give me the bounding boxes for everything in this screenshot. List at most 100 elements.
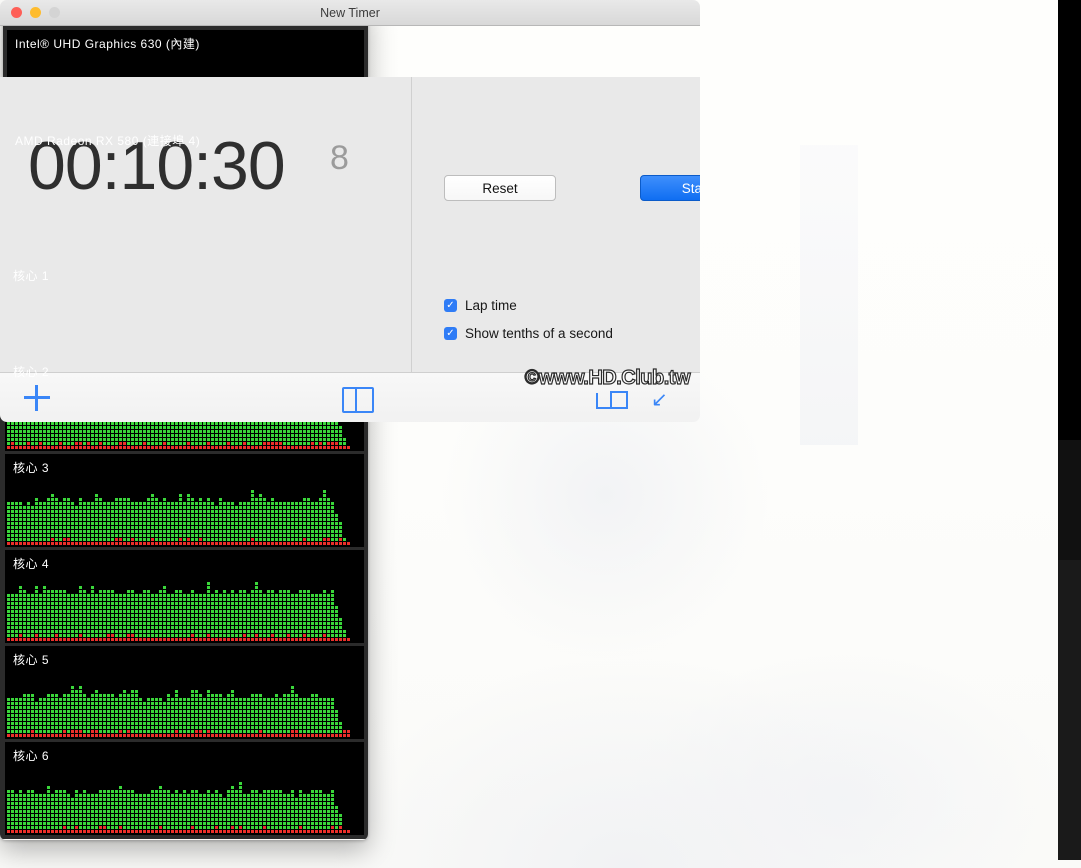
cpu-core-pane[interactable]: 核心 3 [5,454,364,547]
graph-segment [47,534,50,537]
graph-segment [315,510,318,513]
graph-bar [31,594,34,642]
graph-bar [127,498,130,546]
graph-segment [79,534,82,537]
graph-segment-red [35,638,38,641]
graph-segment [291,422,294,425]
graph-segment [107,502,110,505]
graph-segment [143,534,146,537]
graph-segment [175,534,178,537]
graph-segment [71,422,74,425]
graph-segment [191,538,194,541]
graph-segment [139,522,142,525]
graph-segment [35,442,38,445]
graph-segment [35,530,38,533]
graph-segment [327,514,330,517]
graph-segment [131,434,134,437]
graph-bar [179,494,182,546]
graph-segment [59,622,62,625]
graph-segment-red [79,446,82,449]
graph-segment [71,602,74,605]
graph-segment [331,526,334,529]
graph-segment [43,522,46,525]
graph-segment [187,534,190,537]
graph-bar [339,426,342,450]
graph-segment-red [179,446,182,449]
graph-segment [11,618,14,621]
graph-segment [163,434,166,437]
graph-segment [303,422,306,425]
graph-segment [339,438,342,441]
graph-segment [159,534,162,537]
graph-segment [335,434,338,437]
graph-bar [295,502,298,546]
graph-segment [195,422,198,425]
graph-segment-red [123,542,126,545]
graph-segment-red [239,542,242,545]
graph-segment [223,522,226,525]
graph-segment-red [343,542,346,545]
graph-segment [211,442,214,445]
graph-segment [223,422,226,425]
graph-segment [303,506,306,509]
graph-segment [75,530,78,533]
graph-segment-red [307,542,310,545]
cpu-core-pane[interactable]: 核心 4 [5,550,364,643]
graph-segment [223,530,226,533]
graph-segment [67,434,70,437]
graph-bar [71,594,74,642]
graph-segment [51,594,54,597]
graph-segment [303,518,306,521]
graph-segment-red [311,542,314,545]
graph-segment [35,438,38,441]
graph-segment [203,538,206,541]
graph-segment [255,426,258,429]
graph-segment [319,422,322,425]
graph-segment-red [111,446,114,449]
graph-segment-red [299,542,302,545]
graph-segment [75,610,78,613]
graph-segment [43,626,46,629]
graph-segment [155,438,158,441]
graph-segment [99,526,102,529]
graph-segment [211,438,214,441]
graph-segment [35,602,38,605]
graph-segment [43,442,46,445]
graph-segment [187,502,190,505]
graph-segment [271,434,274,437]
graph-segment [147,506,150,509]
graph-segment [23,606,26,609]
graph-segment [127,498,130,501]
graph-segment [91,430,94,433]
graph-segment [335,422,338,425]
graph-segment [191,434,194,437]
graph-segment [259,422,262,425]
graph-segment [35,618,38,621]
graph-segment-red [319,446,322,449]
graph-segment [279,534,282,537]
graph-segment [179,502,182,505]
graph-segment [271,506,274,509]
graph-segment [191,514,194,517]
graph-segment [103,538,106,541]
graph-segment [39,594,42,597]
graph-segment [303,442,306,445]
graph-segment [323,534,326,537]
graph-segment [119,426,122,429]
graph-segment [119,518,122,521]
graph-segment [267,438,270,441]
graph-segment [183,530,186,533]
graph-segment [43,510,46,513]
graph-segment [155,506,158,509]
graph-segment-red [143,442,146,445]
graph-segment [43,438,46,441]
graph-segment [127,442,130,445]
graph-segment [315,442,318,445]
graph-segment [95,438,98,441]
graph-segment [135,518,138,521]
graph-segment-red [283,446,286,449]
graph-segment [51,494,54,497]
graph-segment [55,426,58,429]
graph-segment [207,534,210,537]
graph-segment [159,506,162,509]
